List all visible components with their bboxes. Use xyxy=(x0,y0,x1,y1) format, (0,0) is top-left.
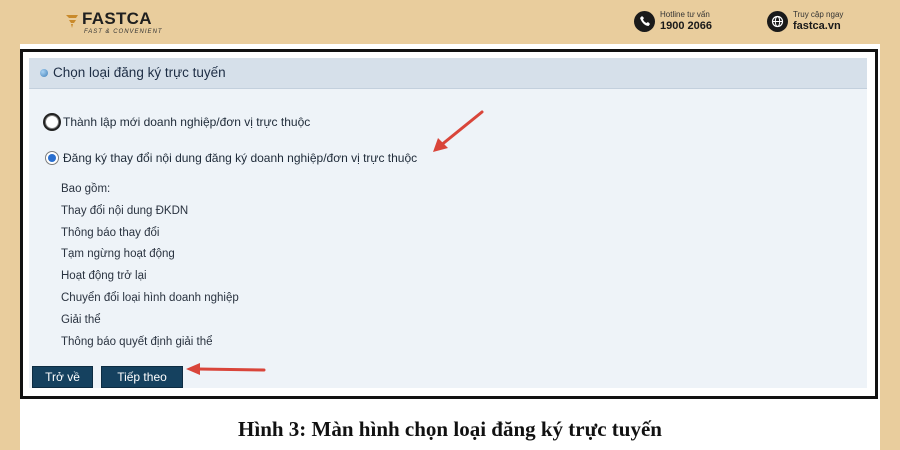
radio-new-enterprise[interactable] xyxy=(45,115,59,129)
hotline-contact[interactable]: Hotline tư vấn 1900 2066 xyxy=(634,9,712,33)
bullet-icon xyxy=(40,69,48,77)
list-item: Tạm ngừng hoạt động xyxy=(61,248,175,261)
brand-tagline: FAST & CONVENIENT xyxy=(84,29,163,35)
panel-header: Chọn loại đăng ký trực tuyến xyxy=(29,58,867,89)
globe-icon xyxy=(767,10,788,32)
brand-header: FASTCA FAST & CONVENIENT Hotline tư vấn … xyxy=(0,0,900,44)
hotline-label: Hotline tư vấn xyxy=(660,10,710,19)
website-url: fastca.vn xyxy=(793,20,841,32)
back-button[interactable]: Trở về xyxy=(32,366,93,388)
option-new-enterprise[interactable]: Thành lập mới doanh nghiệp/đơn vị trực t… xyxy=(45,115,310,129)
includes-heading: Bao gồm: xyxy=(61,183,111,195)
next-button[interactable]: Tiếp theo xyxy=(101,366,183,388)
list-item: Chuyển đổi loại hình doanh nghiệp xyxy=(61,291,239,304)
list-item: Giải thể xyxy=(61,313,101,326)
brand-name: FASTCA xyxy=(82,9,152,28)
option-change-registration-label: Đăng ký thay đổi nội dung đăng ký doanh … xyxy=(63,151,418,165)
registration-screenshot: Chọn loại đăng ký trực tuyến Thành lập m… xyxy=(20,49,878,399)
list-item: Thông báo quyết định giải thể xyxy=(61,335,213,348)
list-item: Hoạt động trở lại xyxy=(61,270,147,283)
list-item: Thay đổi nội dung ĐKDN xyxy=(61,204,189,217)
option-change-registration[interactable]: Đăng ký thay đổi nội dung đăng ký doanh … xyxy=(45,151,417,165)
includes-list: Bao gồm: Thay đổi nội dung ĐKDN Thông bá… xyxy=(61,179,239,353)
fastca-logo-icon xyxy=(66,15,78,28)
website-contact[interactable]: Truy cập ngay fastca.vn xyxy=(767,9,843,33)
hotline-number: 1900 2066 xyxy=(660,20,712,32)
annotation-arrow-icon xyxy=(433,110,484,152)
figure-caption: Hình 3: Màn hình chọn loại đăng ký trực … xyxy=(238,417,662,441)
right-margin xyxy=(880,44,900,450)
annotation-arrow-icon xyxy=(186,363,266,375)
panel-title: Chọn loại đăng ký trực tuyến xyxy=(53,65,226,80)
radio-change-registration[interactable] xyxy=(45,151,59,165)
left-margin xyxy=(0,44,20,450)
phone-icon xyxy=(634,10,655,32)
website-label: Truy cập ngay xyxy=(793,10,844,19)
option-new-enterprise-label: Thành lập mới doanh nghiệp/đơn vị trực t… xyxy=(63,115,311,129)
list-item: Thông báo thay đổi xyxy=(61,226,160,239)
